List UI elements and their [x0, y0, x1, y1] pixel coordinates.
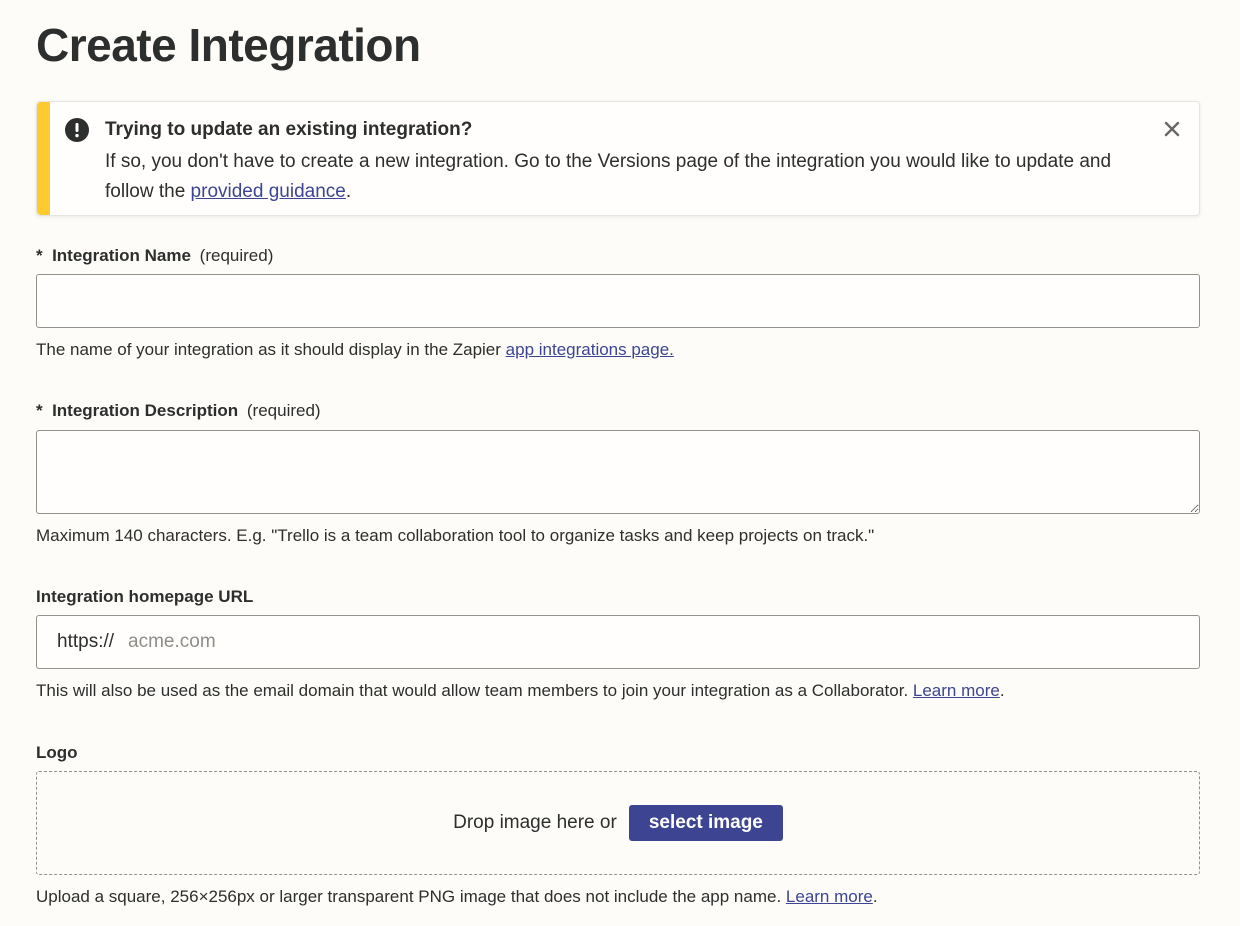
create-integration-page: Create Integration Trying to update an e… [0, 0, 1240, 926]
logo-help-text: Upload a square, 256×256px or larger tra… [36, 887, 786, 906]
integration-homepage-url-label: Integration homepage URL [36, 587, 254, 606]
homepage-url-field: https:// [36, 615, 1200, 669]
required-asterisk: * [36, 246, 43, 265]
homepage-url-help-text: This will also be used as the email doma… [36, 681, 913, 700]
required-note: (required) [246, 401, 321, 420]
required-note: (required) [199, 246, 274, 265]
update-existing-alert: Trying to update an existing integration… [36, 101, 1200, 216]
alert-accent-bar [37, 102, 50, 215]
provided-guidance-link[interactable]: provided guidance [191, 181, 346, 202]
logo-dropzone[interactable]: Drop image here or select image [36, 771, 1200, 875]
integration-name-label-text: Integration Name [52, 246, 191, 265]
integration-name-label: * Integration Name (required) [36, 246, 273, 266]
homepage-url-help-suffix: . [999, 681, 1005, 700]
integration-name-input[interactable] [36, 274, 1200, 328]
exclamation-circle-icon [65, 118, 89, 142]
logo-help: Upload a square, 256×256px or larger tra… [36, 887, 878, 907]
integration-name-help: The name of your integration as it shoul… [36, 340, 674, 360]
alert-title: Trying to update an existing integration… [105, 119, 473, 140]
alert-body-suffix: . [345, 181, 352, 202]
logo-learn-more-link[interactable]: Learn more [786, 887, 873, 906]
homepage-url-help: This will also be used as the email doma… [36, 681, 1005, 701]
required-asterisk: * [36, 401, 43, 420]
integration-description-help: Maximum 140 characters. E.g. "Trello is … [36, 526, 875, 545]
integration-description-label-text: Integration Description [52, 401, 239, 420]
integration-description-label: * Integration Description (required) [36, 401, 321, 421]
integration-description-textarea[interactable] [36, 430, 1200, 514]
homepage-url-input[interactable] [126, 630, 1183, 654]
alert-body: If so, you don't have to create a new in… [105, 147, 1155, 207]
app-integrations-page-link[interactable]: app integrations page. [506, 340, 674, 359]
integration-name-help-text: The name of your integration as it shoul… [36, 340, 506, 359]
logo-label: Logo [36, 743, 78, 762]
select-image-button[interactable]: select image [628, 805, 783, 841]
dropzone-text: Drop image here or [453, 812, 617, 833]
close-icon[interactable] [1163, 120, 1181, 138]
url-prefix: https:// [57, 631, 115, 652]
logo-help-suffix: . [872, 887, 878, 906]
collaborator-learn-more-link[interactable]: Learn more [913, 681, 1000, 700]
page-title: Create Integration [36, 19, 421, 71]
